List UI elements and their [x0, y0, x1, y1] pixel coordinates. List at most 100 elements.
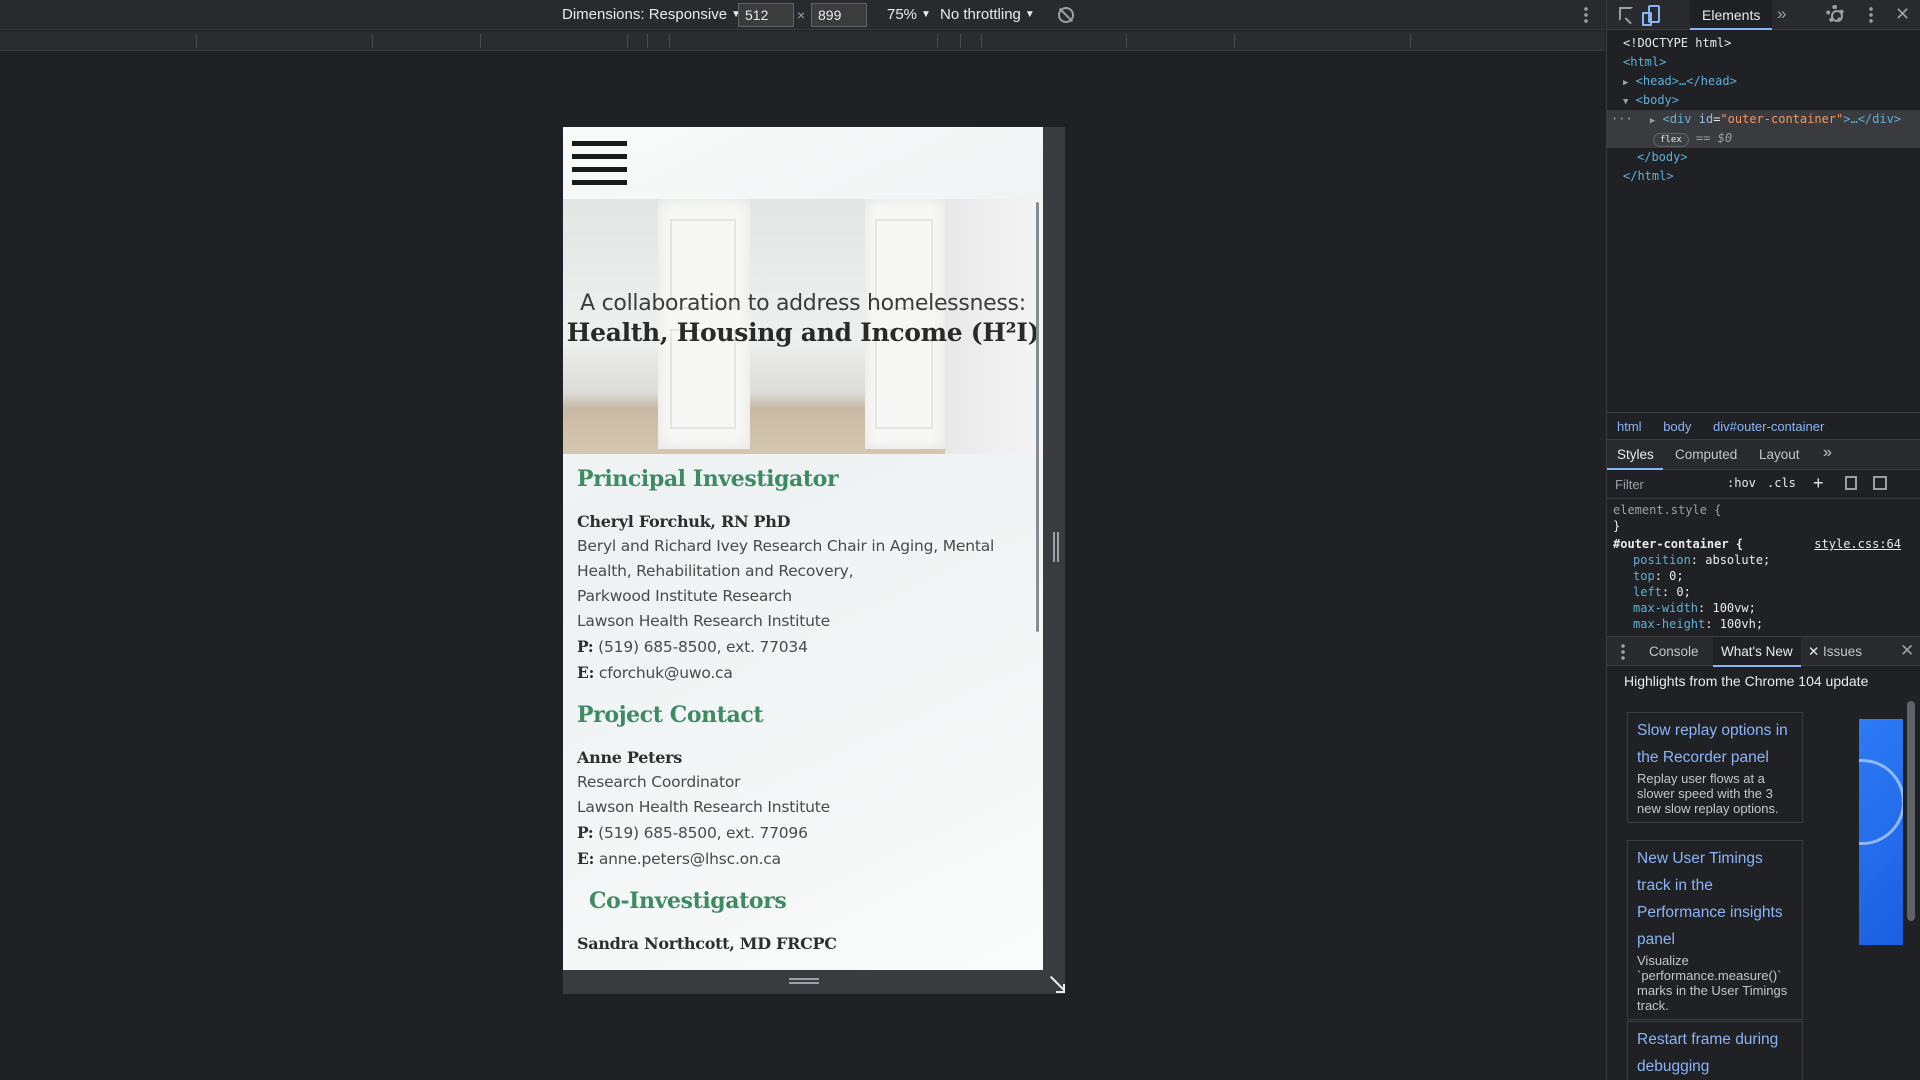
dom-node-html-close[interactable]: </html>: [1607, 167, 1920, 186]
info-line: Lawson Health Research Institute: [577, 798, 830, 816]
dom-node-html[interactable]: <html>: [1607, 53, 1920, 72]
breadcrumb-outer-container[interactable]: div#outer-container: [1713, 419, 1824, 434]
devtools-tabbar: Elements » ✕: [1607, 0, 1920, 30]
tab-issues[interactable]: Issues: [1823, 644, 1862, 659]
flex-badge[interactable]: flex: [1653, 133, 1689, 147]
principal-investigator-section: Principal Investigator Cheryl Forchuk, R…: [577, 466, 1029, 686]
css-prop[interactable]: position: absolute;: [1613, 552, 1901, 568]
page-scrollbar[interactable]: [1036, 202, 1039, 632]
dom-div-tail: >…</div>: [1843, 112, 1902, 126]
zoom-dropdown[interactable]: 75% ▼: [887, 6, 931, 23]
filter-input[interactable]: Filter: [1615, 477, 1644, 492]
selected-marker: == $0: [1695, 131, 1733, 145]
device-bottom-bar: [563, 970, 1043, 994]
whats-new-card[interactable]: Restart frame during debugging: [1627, 1021, 1803, 1080]
tab-whats-new[interactable]: What's New: [1713, 637, 1801, 667]
device-toolbar: Dimensions: Responsive▼ × 75%▼ No thrott…: [0, 0, 1605, 30]
whats-new-card[interactable]: Slow replay options in the Recorder pane…: [1627, 712, 1803, 823]
close-icon[interactable]: ✕: [1895, 4, 1910, 25]
close-brace: }: [1613, 519, 1621, 533]
toggle-sidebar-icon[interactable]: [1873, 476, 1887, 490]
email-line: E: anne.peters@lhsc.on.ca: [577, 846, 1029, 872]
rotate-icon[interactable]: [1058, 7, 1074, 23]
email-label: E:: [577, 663, 595, 682]
resize-corner-icon[interactable]: [1047, 975, 1065, 993]
more-tabs-icon[interactable]: »: [1823, 444, 1832, 462]
more-options-icon[interactable]: [1584, 6, 1588, 24]
tab-styles[interactable]: Styles: [1617, 447, 1654, 462]
close-tab-icon[interactable]: ✕: [1808, 644, 1819, 660]
whats-new-card[interactable]: New User Timings track in the Performanc…: [1627, 840, 1803, 1020]
dimensions-dropdown[interactable]: Dimensions: Responsive ▼: [562, 6, 741, 23]
info-line: Beryl and Richard Ivey Research Chair in…: [577, 537, 995, 555]
person-name: Anne Peters: [577, 748, 682, 767]
styles-tabbar: Styles Computed Layout »: [1607, 440, 1920, 470]
breadcrumb: html body div#outer-container: [1607, 412, 1920, 440]
height-input[interactable]: [811, 3, 867, 27]
info-line: Parkwood Institute Research: [577, 587, 792, 605]
throttling-label: No throttling: [940, 6, 1021, 23]
more-options-icon[interactable]: [1869, 6, 1873, 24]
drawer-menu-icon[interactable]: [1621, 643, 1625, 661]
card-title[interactable]: Slow replay options in the Recorder pane…: [1637, 717, 1793, 771]
email-line: E: cforchuk@uwo.ca: [577, 660, 1029, 686]
scrollbar-thumb[interactable]: [1907, 701, 1915, 921]
rule-selector[interactable]: #outer-container {: [1613, 537, 1743, 551]
resize-handle-bottom[interactable]: [789, 978, 819, 984]
device-toggle-icon[interactable]: [1642, 5, 1660, 26]
width-input[interactable]: [738, 3, 794, 27]
cls-toggle[interactable]: .cls: [1767, 476, 1796, 490]
dom-tree: <!DOCTYPE html> <html> ▶ <head>…</head> …: [1607, 30, 1920, 410]
more-tabs-icon[interactable]: »: [1777, 4, 1786, 24]
ruler-tick: [1126, 34, 1127, 48]
card-title[interactable]: New User Timings track in the Performanc…: [1637, 845, 1793, 953]
page-header: [563, 127, 1043, 199]
close-drawer-icon[interactable]: ✕: [1900, 641, 1914, 661]
viewport-area: A collaboration to address homelessness:…: [0, 52, 1605, 1080]
card-title[interactable]: Restart frame during debugging: [1637, 1026, 1793, 1080]
hamburger-menu-icon[interactable]: [572, 141, 627, 185]
tab-layout[interactable]: Layout: [1759, 447, 1800, 462]
phone-number[interactable]: (519) 685-8500, ext. 77034: [598, 638, 808, 656]
tab-elements[interactable]: Elements: [1690, 0, 1773, 30]
expand-arrow-icon[interactable]: ▶: [1623, 78, 1628, 88]
element-style-selector[interactable]: element.style {: [1613, 502, 1901, 518]
hero-title: Health, Housing and Income (H²I): [566, 318, 1040, 347]
email-link[interactable]: anne.peters@lhsc.on.ca: [599, 850, 781, 868]
tab-computed[interactable]: Computed: [1675, 447, 1737, 462]
breadcrumb-body[interactable]: body: [1663, 419, 1691, 434]
collapse-arrow-icon[interactable]: ▼: [1623, 97, 1628, 107]
dom-node-body[interactable]: ▼ <body>: [1607, 91, 1920, 110]
dom-dots[interactable]: ···: [1611, 112, 1633, 126]
css-prop[interactable]: left: 0;: [1613, 584, 1901, 600]
device-frame: A collaboration to address homelessness:…: [563, 127, 1065, 994]
inspect-element-icon[interactable]: [1619, 7, 1633, 21]
resize-handle-right[interactable]: [1053, 532, 1059, 562]
throttling-dropdown[interactable]: No throttling ▼: [940, 6, 1035, 23]
breadcrumb-html[interactable]: html: [1617, 419, 1642, 434]
source-link[interactable]: style.css:64: [1814, 536, 1901, 552]
css-prop[interactable]: top: 0;: [1613, 568, 1901, 584]
ruler-tick: [196, 34, 197, 48]
emulated-page[interactable]: A collaboration to address homelessness:…: [563, 127, 1043, 970]
info-line: Lawson Health Research Institute: [577, 612, 830, 630]
ruler-tick: [1234, 34, 1235, 48]
expand-arrow-icon[interactable]: ▶: [1650, 116, 1655, 126]
paint-icon[interactable]: [1845, 476, 1857, 490]
css-prop[interactable]: max-height: 100vh;: [1613, 616, 1901, 632]
styles-pane: element.style { } #outer-container { sty…: [1607, 500, 1907, 632]
dom-node-head[interactable]: ▶ <head>…</head>: [1607, 72, 1920, 91]
email-link[interactable]: cforchuk@uwo.ca: [599, 664, 733, 682]
new-rule-icon[interactable]: +: [1813, 473, 1824, 494]
phone-line: P: (519) 685-8500, ext. 77034: [577, 634, 1029, 660]
hov-toggle[interactable]: :hov: [1727, 476, 1756, 490]
dom-node-body-close[interactable]: </body>: [1607, 148, 1920, 167]
dimensions-label: Dimensions: Responsive: [562, 6, 728, 23]
whats-new-scrollbar[interactable]: [1905, 687, 1917, 1080]
tab-console[interactable]: Console: [1649, 644, 1699, 659]
css-prop[interactable]: max-width: 100vw;: [1613, 600, 1901, 616]
dom-node-doctype[interactable]: <!DOCTYPE html>: [1607, 34, 1920, 53]
settings-gear-icon[interactable]: [1826, 5, 1844, 23]
dom-node-outer-container[interactable]: ··· ▶ <div id="outer-container">…</div>: [1607, 110, 1920, 129]
phone-number[interactable]: (519) 685-8500, ext. 77096: [598, 824, 808, 842]
